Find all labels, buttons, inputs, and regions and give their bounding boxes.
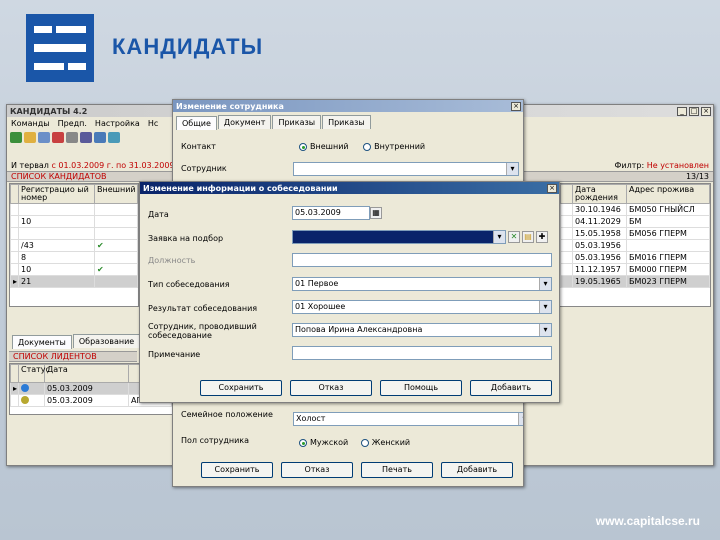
interview-cancel-button[interactable]: Отказ (290, 380, 372, 396)
table-row[interactable]: 10 (10, 215, 138, 228)
staff-field[interactable]: Попова Ирина Александровна (292, 323, 552, 337)
date-label: Дата (148, 210, 169, 219)
grid-header: Дата рождения Адрес прожива (560, 184, 710, 204)
table-row[interactable] (10, 203, 138, 216)
col-address[interactable]: Адрес прожива (626, 184, 710, 204)
menu-more[interactable]: Нс (148, 119, 158, 128)
table-row[interactable]: 05.03.1956 БМ016 ГПЕРМ (560, 251, 710, 264)
tab-general[interactable]: Общие (176, 116, 217, 130)
table-row[interactable]: 15.05.1958 БМ056 ГПЕРМ (560, 227, 710, 240)
delete-icon[interactable] (52, 132, 64, 143)
sex-label: Пол сотрудника (181, 436, 250, 445)
employee-cancel-button[interactable]: Отказ (281, 462, 353, 478)
close-icon[interactable]: × (511, 101, 521, 111)
sex-radio-group: Мужской Женский (299, 438, 410, 447)
grid-header: Регистрацио ый номер Внешний (10, 184, 138, 204)
status-globe-icon (21, 383, 29, 392)
family-label: Семейное положение (181, 410, 273, 419)
table-row[interactable]: ▸ 21 (10, 275, 138, 288)
table-row[interactable]: 8 (10, 251, 138, 264)
employee-tabs: Общие Документ Приказы Приказы (173, 112, 523, 130)
interview-help-button[interactable]: Помощь (380, 380, 462, 396)
maximize-icon[interactable]: □ (689, 106, 699, 116)
print-icon[interactable] (66, 132, 78, 143)
radio-internal[interactable] (363, 142, 372, 151)
date-field[interactable]: 05.03.2009 (292, 206, 370, 220)
col-status[interactable]: Статус (18, 364, 50, 383)
request-label: Заявка на подбор (148, 234, 224, 243)
candidates-count: 13/13 (685, 172, 709, 181)
clear-icon[interactable]: ✕ (508, 231, 520, 243)
close-icon[interactable]: × (547, 183, 557, 193)
radio-external[interactable] (299, 142, 307, 151)
bottom-tabs: Документы Образование (9, 331, 144, 349)
company-logo (26, 14, 94, 82)
tab-documents[interactable]: Документы (12, 335, 72, 349)
refresh-icon[interactable] (10, 132, 22, 143)
employee-add-button[interactable]: Добавить (441, 462, 513, 478)
note-label: Примечание (148, 350, 201, 359)
interview-add-button[interactable]: Добавить (470, 380, 552, 396)
menu-settings[interactable]: Настройка (95, 119, 140, 128)
family-field[interactable]: Холост (293, 412, 523, 426)
table-row[interactable]: 19.05.1965 БМ023 ГПЕРМ (560, 275, 710, 288)
employee-print-button[interactable]: Печать (361, 462, 433, 478)
contact-radio-group: Внешний Внутренний (299, 142, 425, 151)
filter-state[interactable]: Не установлен (647, 161, 709, 170)
contact-label: Контакт (181, 142, 216, 151)
tab-education[interactable]: Образование (72, 334, 141, 348)
candidates-grid-right: Дата рождения Адрес прожива 30.10.1946 БМ… (559, 183, 711, 307)
table-row[interactable] (10, 227, 138, 240)
interview-titlebar: Изменение информации о собеседовании × (140, 182, 559, 194)
result-label: Результат собеседования (148, 304, 258, 313)
tab-document[interactable]: Документ (217, 115, 272, 129)
interviews-header: СПИСОК ЛИДЕНТОВ (9, 351, 137, 362)
filter-icon[interactable] (80, 132, 92, 143)
tab-orders-2[interactable]: Приказы (322, 115, 371, 129)
employee-field[interactable] (293, 162, 519, 176)
slide-title: КАНДИДАТЫ (112, 34, 264, 59)
footer-url: www.capitalcse.ru (595, 514, 700, 528)
employee-label: Сотрудник (181, 164, 227, 173)
calendar-icon[interactable]: ▦ (370, 207, 382, 219)
table-row[interactable]: 04.11.2029 БМ (560, 215, 710, 228)
result-field[interactable]: 01 Хорошее (292, 300, 552, 314)
open-icon[interactable] (24, 132, 36, 143)
edit-icon[interactable] (38, 132, 50, 143)
close-icon[interactable]: × (701, 106, 711, 116)
col-regnum[interactable]: Регистрацио ый номер (18, 184, 95, 204)
radio-female[interactable] (360, 438, 369, 447)
note-field[interactable] (292, 346, 552, 360)
folder-icon[interactable]: ▤ (522, 231, 534, 243)
interview-save-button[interactable]: Сохранить (200, 380, 282, 396)
table-row[interactable]: 10 ✔ (10, 263, 138, 276)
request-field[interactable] (292, 230, 506, 244)
add-icon[interactable]: ✚ (536, 231, 548, 243)
search-icon[interactable] (94, 132, 106, 143)
type-label: Тип собеседования (148, 280, 230, 289)
minimize-icon[interactable]: _ (677, 106, 687, 116)
table-row[interactable]: /43 ✔ (10, 239, 138, 252)
find-icon[interactable] (108, 132, 120, 143)
position-field[interactable] (292, 253, 552, 267)
table-row[interactable]: 05.03.1956 (560, 239, 710, 252)
menu-commands[interactable]: Команды (11, 119, 50, 128)
menu-enterprise[interactable]: Предп. (58, 119, 87, 128)
table-row[interactable]: 11.12.1957 БМ000 ГПЕРМ (560, 263, 710, 276)
tab-orders[interactable]: Приказы (272, 115, 322, 129)
position-label: Должность (148, 256, 196, 265)
col-date[interactable]: Дата (44, 364, 129, 383)
col-birthdate[interactable]: Дата рождения (572, 184, 627, 204)
employee-save-button[interactable]: Сохранить (201, 462, 273, 478)
candidates-grid-left: Регистрацио ый номер Внешний 10 /43 ✔ 8 1… (9, 183, 139, 307)
col-external[interactable]: Внешний (94, 184, 138, 204)
employee-titlebar: Изменение сотрудника × (173, 100, 523, 112)
staff-label: Сотрудник, проводивший собеседование (148, 322, 257, 340)
table-row[interactable]: 30.10.1946 БМ050 ГНЫЙСЛ (560, 203, 710, 216)
status-ball-icon (21, 395, 29, 404)
interview-dialog: Изменение информации о собеседовании × Д… (139, 181, 560, 403)
interval-value[interactable]: с 01.03.2009 г. по 31.03.2009 г. (51, 161, 183, 170)
type-field[interactable]: 01 Первое (292, 277, 552, 291)
radio-male[interactable] (299, 438, 307, 447)
